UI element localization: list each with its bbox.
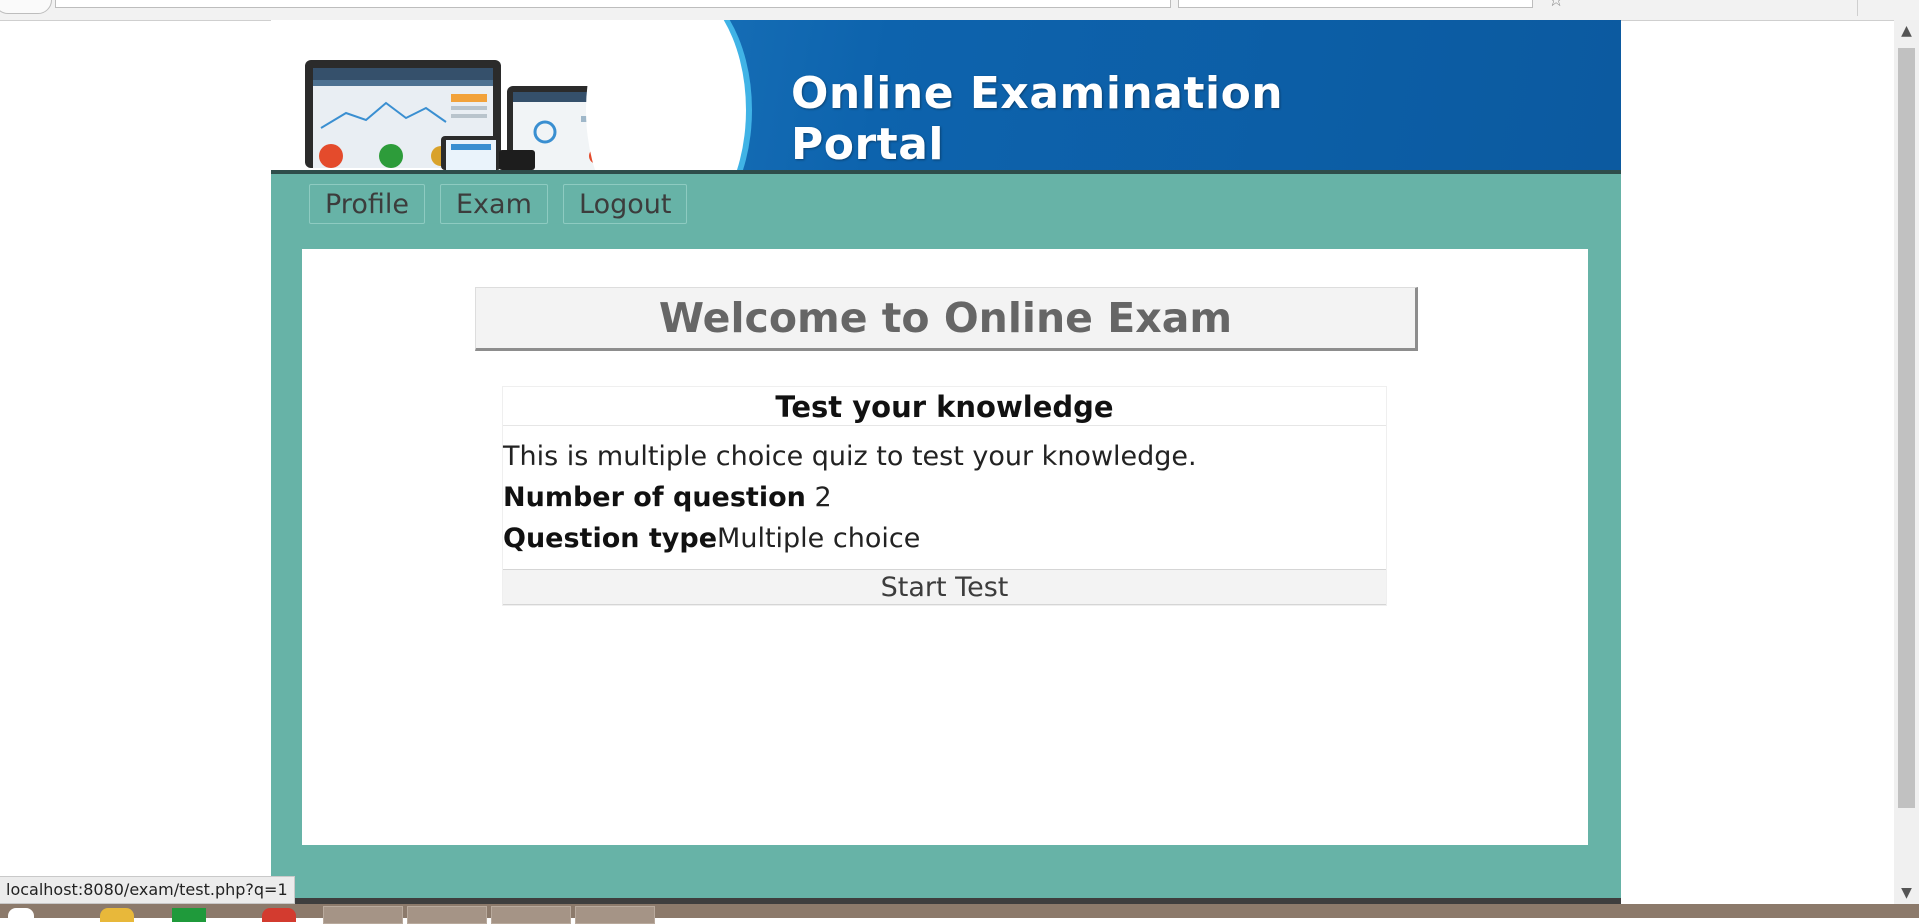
question-count-row: Number of question 2 — [503, 477, 1386, 518]
devices-illustration-icon — [305, 60, 659, 170]
main-content: Welcome to Online Exam Test your knowled… — [302, 249, 1588, 845]
quiz-description: This is multiple choice quiz to test you… — [503, 441, 1197, 472]
browser-toolbar: ☆ — [0, 0, 1919, 21]
banner-title: Online Examination Portal — [791, 68, 1284, 170]
question-count-value: 2 — [814, 482, 832, 513]
welcome-heading: Welcome to Online Exam — [475, 287, 1418, 351]
back-button[interactable] — [0, 0, 52, 14]
favorites-star-icon[interactable]: ☆ — [1548, 0, 1564, 11]
app-red-icon[interactable] — [262, 908, 296, 922]
vertical-scrollbar[interactable]: ▲ ▼ — [1894, 20, 1919, 904]
taskbar-folder-item[interactable] — [323, 906, 403, 924]
question-type-label: Question type — [503, 523, 718, 554]
app-green-icon[interactable] — [172, 908, 206, 922]
browser-search-box[interactable] — [1178, 0, 1533, 8]
os-taskbar — [0, 904, 1919, 924]
banner-image-area — [271, 20, 746, 170]
quiz-details: This is multiple choice quiz to test you… — [503, 426, 1386, 569]
start-test-button[interactable]: Start Test — [503, 569, 1386, 605]
nav-profile-button[interactable]: Profile — [309, 184, 425, 224]
scroll-thumb[interactable] — [1898, 48, 1915, 808]
quiz-title: Test your knowledge — [503, 387, 1386, 426]
header-banner: Online Examination Portal — [271, 20, 1621, 170]
question-type-value: Multiple choice — [717, 523, 921, 554]
taskbar-app-item[interactable] — [575, 906, 655, 924]
taskbar-browser-item[interactable] — [491, 906, 571, 924]
nav-exam-button[interactable]: Exam — [440, 184, 548, 224]
status-bar-url: localhost:8080/exam/test.php?q=1 — [0, 876, 295, 904]
nav-logout-button[interactable]: Logout — [563, 184, 688, 224]
question-count-label: Number of question — [503, 482, 806, 513]
address-bar[interactable] — [55, 0, 1171, 8]
scroll-up-arrow-icon[interactable]: ▲ — [1894, 20, 1919, 42]
question-type-row: Question typeMultiple choice — [503, 518, 1386, 559]
banner-divider — [271, 170, 1621, 174]
scroll-down-arrow-icon[interactable]: ▼ — [1894, 882, 1919, 904]
taskbar-window-item[interactable] — [407, 906, 487, 924]
toolbar-divider — [1857, 0, 1858, 16]
start-button-icon[interactable] — [8, 908, 34, 922]
quiz-card: Test your knowledge This is multiple cho… — [502, 386, 1387, 606]
internet-explorer-icon[interactable] — [100, 908, 134, 922]
